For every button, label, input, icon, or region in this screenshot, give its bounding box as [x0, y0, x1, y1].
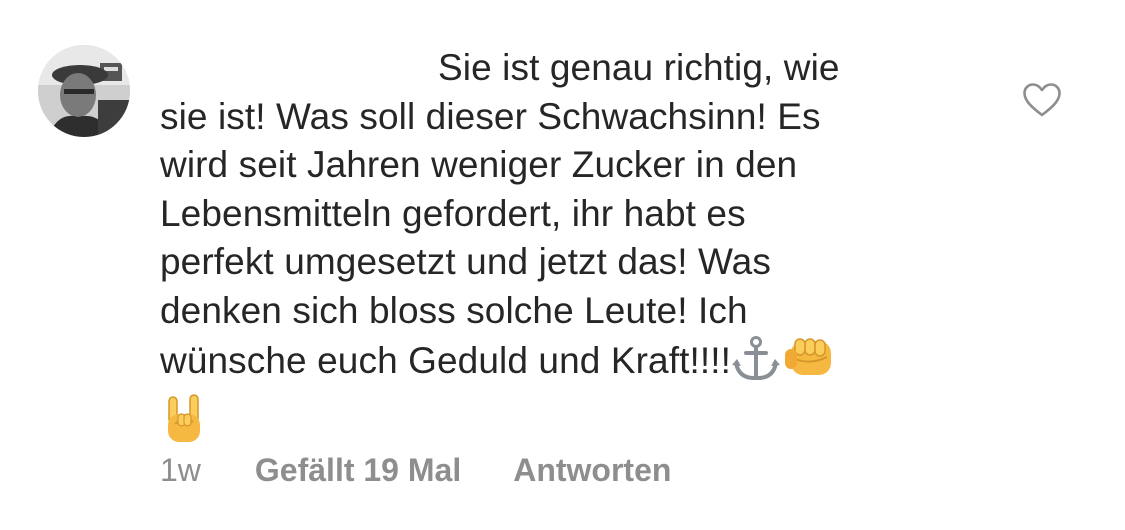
comment-line: wünsche euch Geduld und Kraft!!!!: [160, 340, 731, 381]
comment-line: Sie ist genau richtig, wie: [438, 47, 840, 88]
comment-text: Sie ist genau richtig, wie sie ist! Was …: [160, 44, 960, 458]
comment-meta: 1w Gefällt 19 Mal Antworten: [160, 452, 671, 489]
heart-outline-icon: [1023, 83, 1061, 117]
comment-line: wird seit Jahren weniger Zucker in den: [160, 144, 798, 185]
comment-line: Lebensmitteln gefordert, ihr habt es: [160, 192, 746, 234]
user-avatar-icon: [38, 45, 130, 137]
comment-line: perfekt umgesetzt und jetzt das! Was: [160, 241, 771, 282]
comment-line-with-emoji: wünsche euch Geduld und Kraft!!!!: [160, 335, 960, 394]
comment-line: denken sich bloss solche Leute! Ich: [160, 289, 748, 331]
like-button[interactable]: [1022, 82, 1062, 118]
fist-emoji-icon: [781, 335, 839, 394]
comment-timestamp: 1w: [160, 452, 201, 488]
comment: Sie ist genau richtig, wie sie ist! Was …: [0, 0, 1125, 530]
anchor-emoji-icon: [731, 335, 781, 394]
comment-line-emoji: [160, 393, 960, 459]
rock-hand-emoji-icon: [160, 393, 206, 459]
likes-count-link[interactable]: Gefällt 19 Mal: [255, 452, 461, 489]
reply-button[interactable]: Antworten: [513, 452, 671, 489]
comment-line: sie ist! Was soll dieser Schwachsinn! Es: [160, 95, 821, 137]
avatar[interactable]: [38, 45, 130, 137]
